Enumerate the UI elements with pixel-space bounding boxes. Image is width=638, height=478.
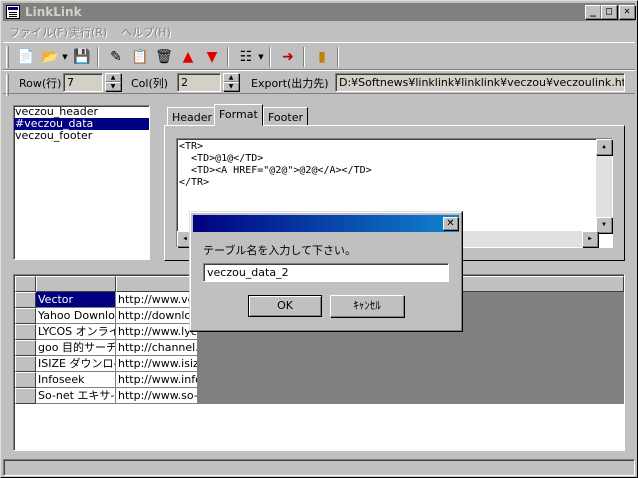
grid-row-header[interactable] (15, 292, 36, 308)
section-list[interactable]: veczou_header #veczou_data veczou_footer (13, 105, 150, 260)
row-input[interactable]: 7 (63, 73, 103, 92)
toolbar-separator (97, 47, 99, 67)
cancel-button[interactable]: ｷｬﾝｾﾙ (330, 295, 404, 317)
list-item[interactable]: veczou_footer (14, 130, 149, 142)
open-folder-icon[interactable]: 📂 (39, 46, 61, 68)
row-spin-up-icon[interactable]: ▲ (105, 73, 121, 82)
copy-page-icon[interactable]: 📋 (129, 46, 151, 68)
delete-trash-icon[interactable]: 🗑 (153, 46, 175, 68)
title-bar[interactable]: LinkLink _ □ ✕ (3, 3, 635, 21)
grid-cell-url[interactable]: http://www.isiz (116, 356, 198, 372)
row-label: Row(行) (19, 77, 62, 90)
menu-bar: ファイル(F) 実行(R) ヘルプ(H) (3, 22, 635, 40)
tab-format[interactable]: Format (214, 104, 263, 126)
export-label: Export(出力先) (251, 77, 329, 90)
editor-vertical-scrollbar[interactable]: ▲ ▼ (596, 139, 612, 233)
col-label: Col(列) (131, 77, 169, 90)
exit-door-icon[interactable]: ▮ (311, 46, 333, 68)
dialog-close-button[interactable]: ✕ (443, 217, 458, 230)
toolbar-separator (269, 47, 271, 67)
col-spin-down-icon[interactable]: ▼ (223, 82, 239, 91)
table-name-dialog: ✕ テーブル名を入力して下さい。 veczou_data_2 OK ｷｬﾝｾﾙ (189, 211, 463, 332)
scroll-right-icon[interactable]: ▶ (582, 231, 598, 247)
parameter-bar: Row(行) 7 ▲ ▼ Col(列) 2 ▲ ▼ Export(出力先) D:… (3, 70, 635, 96)
grid-cell-url[interactable]: http://www.so- (116, 388, 198, 404)
edit-pen-icon[interactable]: ✎ (105, 46, 127, 68)
toolbar-separator (303, 47, 305, 67)
toolbar-separator (227, 47, 229, 67)
grid-row-header[interactable] (15, 372, 36, 388)
table-name-input[interactable]: veczou_data_2 (203, 263, 449, 282)
grid-cell-url[interactable]: http://www.info (116, 372, 198, 388)
grid-row-header[interactable] (15, 356, 36, 372)
grid-cell-url[interactable]: http://downlo (116, 308, 198, 324)
grid-cell-name[interactable]: LYCOS オンライ (36, 324, 116, 340)
grid-row-header[interactable] (15, 388, 36, 404)
tab-header[interactable]: Header (167, 107, 218, 127)
dialog-title-bar[interactable]: ✕ (193, 215, 459, 232)
col-spin-up-icon[interactable]: ▲ (223, 73, 239, 82)
row-spinner[interactable]: ▲ ▼ (105, 73, 121, 92)
minimize-button[interactable]: _ (585, 5, 601, 19)
code-line: </TR> (179, 177, 210, 188)
grid-cell-url[interactable]: http://channel. (116, 340, 198, 356)
close-button[interactable]: ✕ (619, 5, 635, 19)
grid-cell-name[interactable]: So-net エキサ- (36, 388, 116, 404)
list-dropdown-icon[interactable]: ▼ (257, 46, 265, 68)
col-spinner[interactable]: ▲ ▼ (223, 73, 239, 92)
grid-cell-name[interactable]: Infoseek (36, 372, 116, 388)
row-spin-down-icon[interactable]: ▼ (105, 82, 121, 91)
export-path-input[interactable]: D:¥Softnews¥linklink¥linklink¥veczou¥vec… (335, 73, 625, 92)
window-title: LinkLink (25, 5, 82, 19)
save-disk-icon[interactable]: 💾 (71, 46, 93, 68)
maximize-button[interactable]: □ (601, 5, 617, 19)
toolbar: 📄 📂 ▼ 💾 ✎ 📋 🗑 ▲ ▼ ☷ ▼ ➜ ▮ (3, 42, 635, 70)
grid-row-header[interactable] (15, 340, 36, 356)
scroll-down-icon[interactable]: ▼ (596, 217, 612, 233)
grid-row-header[interactable] (15, 308, 36, 324)
grid-row-header[interactable] (15, 324, 36, 340)
grid-cell-name[interactable]: ISIZE ダウンロ- (36, 356, 116, 372)
app-icon[interactable] (6, 5, 20, 19)
code-line: <TR> (179, 141, 204, 152)
grid-cell-url[interactable]: http://www.ve (116, 292, 198, 308)
toolbar-grip[interactable] (6, 46, 9, 68)
main-window: LinkLink _ □ ✕ ファイル(F) 実行(R) ヘルプ(H) 📄 📂 … (0, 0, 638, 478)
grid-cell-name[interactable]: Vector (36, 292, 116, 308)
menu-run[interactable]: 実行(R) (69, 24, 107, 40)
menu-help[interactable]: ヘルプ(H) (121, 24, 171, 40)
export-arrow-icon[interactable]: ➜ (277, 46, 299, 68)
grid-corner-header[interactable] (15, 276, 36, 292)
scroll-up-icon[interactable]: ▲ (596, 139, 612, 155)
menu-file[interactable]: ファイル(F) (9, 24, 68, 40)
grid-column-header[interactable] (36, 276, 116, 292)
move-down-arrow-icon[interactable]: ▼ (201, 46, 223, 68)
grid-cell-url[interactable]: http://www.lyc (116, 324, 198, 340)
dialog-prompt: テーブル名を入力して下さい。 (203, 244, 357, 257)
parambar-grip[interactable] (6, 74, 9, 96)
open-dropdown-icon[interactable]: ▼ (61, 46, 69, 68)
col-input[interactable]: 2 (177, 73, 221, 92)
status-bar (3, 459, 635, 476)
grid-cell-name[interactable]: Yahoo Downloa (36, 308, 116, 324)
grid-cell-name[interactable]: goo 目的サーチ (36, 340, 116, 356)
new-file-icon[interactable]: 📄 (15, 46, 37, 68)
code-line: <TD><A HREF="@2@">@2@</A></TD> (179, 165, 372, 176)
ok-button[interactable]: OK (248, 295, 322, 317)
toolbar-separator (337, 47, 339, 67)
code-line: <TD>@1@</TD> (179, 153, 264, 164)
grid-empty-area (15, 404, 624, 450)
list-tree-icon[interactable]: ☷ (235, 46, 257, 68)
move-up-arrow-icon[interactable]: ▲ (177, 46, 199, 68)
tab-footer[interactable]: Footer (263, 107, 308, 127)
